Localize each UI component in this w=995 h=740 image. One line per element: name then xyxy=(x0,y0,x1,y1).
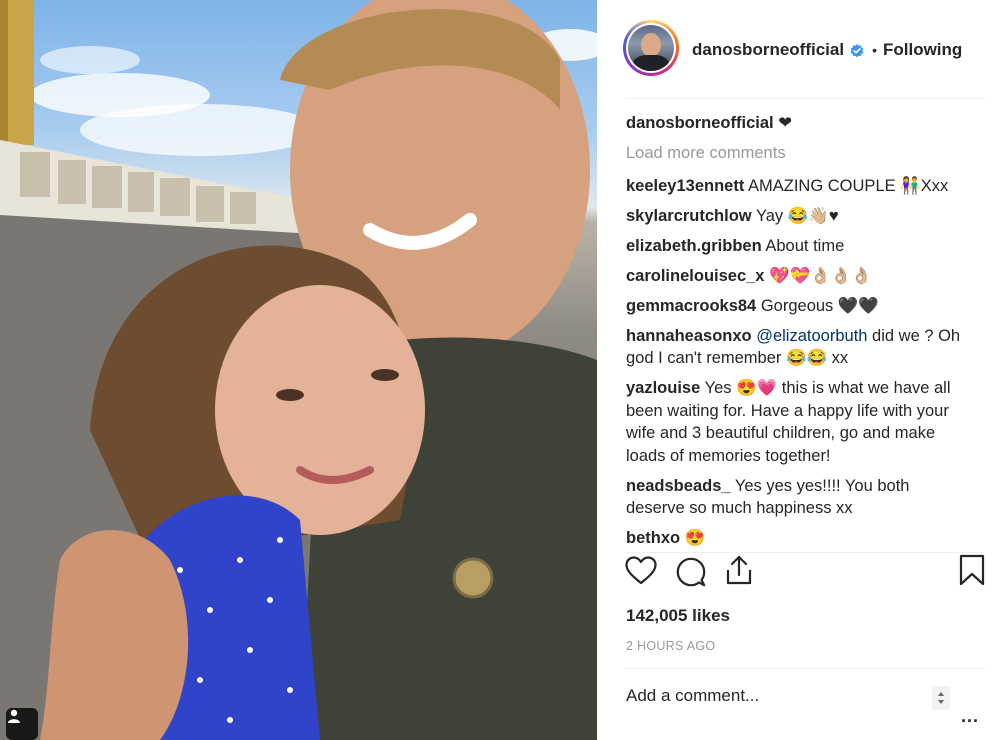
comment-item: carolinelouisec_x 💖💝👌🏼👌🏼👌🏼 xyxy=(626,265,966,288)
stepper-arrows-icon xyxy=(938,692,944,704)
comment-text: Gorgeous 🖤🖤 xyxy=(760,296,879,315)
share-icon[interactable] xyxy=(723,554,755,591)
likes-count[interactable]: 142,005 likes xyxy=(626,606,730,626)
caption: danosborneofficial ❤ xyxy=(626,112,966,135)
comment-item: hannaheasonxo @elizatoorbuth did we ? Oh… xyxy=(626,325,966,370)
comment-item: yazlouise Yes 😍💗 this is what we have al… xyxy=(626,377,966,467)
comment-text: Yay 😂👋🏼♥ xyxy=(755,206,839,225)
heart-icon[interactable] xyxy=(625,556,657,591)
comment-username[interactable]: skylarcrutchlow xyxy=(626,207,752,225)
comment-username[interactable]: bethxo xyxy=(626,529,680,547)
textarea-resize-stepper[interactable] xyxy=(932,686,950,710)
comment-text: 😍 xyxy=(684,529,706,547)
comment-text: AMAZING COUPLE 👫Xxx xyxy=(748,176,949,195)
add-comment-divider xyxy=(625,668,985,669)
post-photo[interactable] xyxy=(0,0,597,740)
following-button[interactable]: Following xyxy=(883,40,962,60)
caption-text: ❤ xyxy=(778,114,793,132)
comment-mention-link[interactable]: @elizatoorbuth xyxy=(756,327,867,345)
comment-item: elizabeth.gribben About time xyxy=(626,235,966,258)
post-header: danosborneofficial • Following xyxy=(597,0,995,98)
comment-username[interactable]: keeley13ennett xyxy=(626,177,744,195)
post-timestamp[interactable]: 2 HOURS AGO xyxy=(626,639,715,653)
comment-item: gemmacrooks84 Gorgeous 🖤🖤 xyxy=(626,295,966,318)
avatar[interactable] xyxy=(628,25,674,71)
comment-username[interactable]: yazlouise xyxy=(626,379,700,397)
add-comment-input[interactable]: Add a comment... xyxy=(626,686,759,706)
comment-item: skylarcrutchlow Yay 😂👋🏼♥ xyxy=(626,205,966,228)
comments-list[interactable]: danosborneofficial ❤ Load more comments … xyxy=(626,112,966,552)
header-username[interactable]: danosborneofficial xyxy=(692,40,844,60)
bookmark-icon[interactable] xyxy=(957,554,987,591)
comment-username[interactable]: gemmacrooks84 xyxy=(626,297,756,315)
more-options-button[interactable]: ... xyxy=(961,706,979,727)
comment-item: keeley13ennett AMAZING COUPLE 👫Xxx xyxy=(626,175,966,198)
post-sidebar: danosborneofficial • Following danosborn… xyxy=(597,0,995,740)
comment-username[interactable]: carolinelouisec_x xyxy=(626,267,765,285)
load-more-comments-link[interactable]: Load more comments xyxy=(626,142,966,165)
header-row: danosborneofficial • Following xyxy=(692,40,962,60)
header-divider xyxy=(625,98,985,99)
action-bar xyxy=(625,554,987,590)
verified-badge-icon xyxy=(850,43,864,58)
comment-username[interactable]: hannaheasonxo xyxy=(626,327,752,345)
comment-icon[interactable] xyxy=(675,556,707,593)
comment-text: 💖💝👌🏼👌🏼👌🏼 xyxy=(769,266,872,285)
photo-illustration xyxy=(0,0,597,740)
caption-username[interactable]: danosborneofficial xyxy=(626,114,774,132)
actions-divider xyxy=(625,552,985,553)
comment-item: bethxo 😍 xyxy=(626,527,966,550)
comment-text: About time xyxy=(765,236,845,255)
comment-username[interactable]: neadsbeads_ xyxy=(626,477,731,495)
user-tag-icon[interactable] xyxy=(6,708,38,740)
avatar-story-ring[interactable] xyxy=(623,20,679,76)
header-separator: • xyxy=(872,42,877,58)
comment-username[interactable]: elizabeth.gribben xyxy=(626,237,762,255)
comment-item: neadsbeads_ Yes yes yes!!!! You both des… xyxy=(626,475,966,520)
